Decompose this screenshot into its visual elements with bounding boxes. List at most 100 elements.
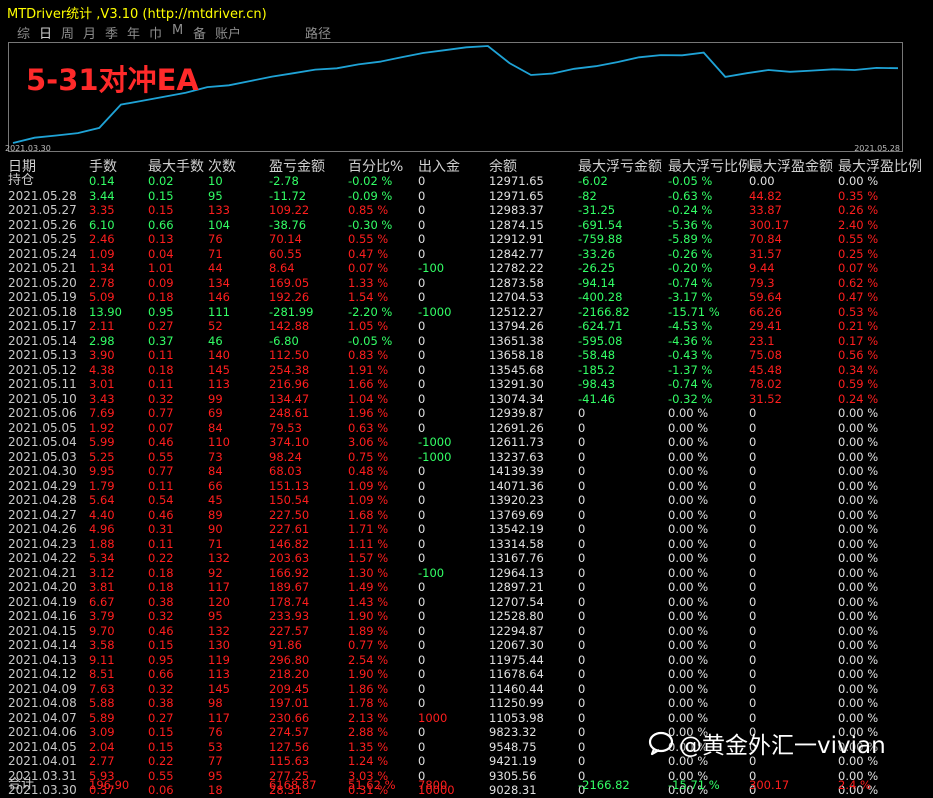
cell-percent: 1.66 %	[348, 377, 389, 391]
table-row[interactable]: 2021.04.29 1.79 0.11 66 151.13 1.09 % 0 14071.3…	[0, 479, 933, 494]
cell-deposit: -100	[418, 261, 445, 275]
table-row[interactable]: 2021.04.07 5.89 0.27 117 230.66 2.13 % 1000 110…	[0, 711, 933, 726]
table-row[interactable]: 2021.05.03 5.25 0.55 73 98.24 0.75 % -1000 1323…	[0, 450, 933, 465]
cell-balance: 12611.73	[489, 435, 544, 449]
table-row[interactable]: 2021.04.15 9.70 0.46 132 227.57 1.89 % 0 12294.…	[0, 624, 933, 639]
table-row[interactable]: 2021.05.05 1.92 0.07 84 79.53 0.63 % 0 12691.26…	[0, 421, 933, 436]
table-row[interactable]: 2021.04.21 3.12 0.18 92 166.92 1.30 % -100 1296…	[0, 566, 933, 581]
tab-year[interactable]: 年	[127, 23, 140, 42]
table-row[interactable]: 2021.05.21 1.34 1.01 44 8.64 0.07 % -100 12782.…	[0, 261, 933, 276]
header-count[interactable]: 次数	[208, 156, 236, 176]
table-row[interactable]: 2021.05.06 7.69 0.77 69 248.61 1.96 % 0 12939.8…	[0, 406, 933, 421]
table-row[interactable]: 2021.05.14 2.98 0.37 46 -6.80 -0.05 % 0 13651.3…	[0, 334, 933, 349]
cell-deposit: -1000	[418, 449, 452, 464]
header-max-float-loss[interactable]: 最大浮亏金额	[578, 156, 662, 176]
cell-lots: 1.34	[89, 261, 115, 275]
table-row[interactable]: 2021.04.01 2.77 0.22 77 115.63 1.24 % 0 9421.19…	[0, 754, 933, 769]
cell-max-loss-ratio: 0.00 %	[668, 420, 709, 435]
cell-lots: 3.35	[89, 203, 115, 217]
header-max-lots[interactable]: 最大手数	[148, 156, 204, 176]
cell-balance: 12912.91	[489, 232, 544, 246]
tab-note[interactable]: 备	[193, 23, 206, 42]
tab-summary[interactable]: 综	[17, 23, 30, 42]
table-row[interactable]: 2021.05.11 3.01 0.11 113 216.96 1.66 % 0 13291.…	[0, 377, 933, 392]
table-row[interactable]: 2021.05.10 3.43 0.32 99 134.47 1.04 % 0 13074.3…	[0, 392, 933, 407]
cell-max-lots: 0.32	[148, 681, 174, 696]
tab-week[interactable]: 周	[61, 23, 74, 42]
header-percent[interactable]: 百分比%	[348, 156, 403, 176]
header-max-float-profit[interactable]: 最大浮盈金额	[749, 156, 833, 176]
cell-max-profit-ratio: 0.00 %	[838, 696, 879, 710]
tab-quarter[interactable]: 季	[105, 23, 118, 42]
cell-pnl: 70.14	[269, 232, 302, 246]
table-row[interactable]: 2021.04.19 6.67 0.38 120 178.74 1.43 % 0 12707.…	[0, 595, 933, 610]
header-pnl[interactable]: 盈亏金额	[269, 156, 325, 176]
table-row[interactable]: 2021.04.05 2.04 0.15 53 127.56 1.35 % 0 9548.75…	[0, 740, 933, 755]
table-row[interactable]: 2021.04.09 7.63 0.32 145 209.45 1.86 % 0 11460.…	[0, 682, 933, 697]
table-row[interactable]: 2021.05.17 2.11 0.27 52 142.88 1.05 % 0 13794.2…	[0, 319, 933, 334]
table-row[interactable]: 2021.05.20 2.78 0.09 134 169.05 1.33 % 0 12873.…	[0, 276, 933, 291]
cell-max-lots: 0.22	[148, 551, 174, 565]
table-row[interactable]: 2021.04.26 4.96 0.31 90 227.61 1.71 % 0 13542.1…	[0, 522, 933, 537]
cell-pnl: -11.72	[269, 188, 307, 203]
cell-date: 2021.04.23	[8, 536, 77, 551]
table-row[interactable]: 2021.05.13 3.90 0.11 140 112.50 0.83 % 0 13658.…	[0, 348, 933, 363]
table-row[interactable]: 2021.04.13 9.11 0.95 119 296.80 2.54 % 0 11975.…	[0, 653, 933, 668]
total-row: 合计 196.90 6168.87 51.62 % 7800 -2166.82 -15.71…	[0, 776, 933, 792]
header-balance[interactable]: 余额	[489, 156, 517, 176]
table-row[interactable]: 2021.05.04 5.99 0.46 110 374.10 3.06 % -1000 12…	[0, 435, 933, 450]
table-row[interactable]: 2021.04.30 9.95 0.77 84 68.03 0.48 % 0 14139.39…	[0, 464, 933, 479]
table-row[interactable]: 2021.04.20 3.81 0.18 117 189.67 1.49 % 0 12897.…	[0, 580, 933, 595]
table-row[interactable]: 2021.05.24 1.09 0.04 71 60.55 0.47 % 0 12842.77…	[0, 247, 933, 262]
cell-pnl: 6168.87	[269, 778, 317, 792]
cell-max-float-loss: -595.08	[578, 333, 623, 348]
cell-max-profit-ratio: 0.00 %	[838, 174, 879, 188]
table-row[interactable]: 2021.04.06 3.09 0.15 76 274.57 2.88 % 0 9823.32…	[0, 725, 933, 740]
cell-max-profit-ratio: 0.00 %	[838, 522, 879, 536]
table-row[interactable]: 2021.05.12 4.38 0.18 145 254.38 1.91 % 0 13545.…	[0, 363, 933, 378]
header-deposit[interactable]: 出入金	[418, 156, 460, 176]
table-row[interactable]: 2021.04.27 4.40 0.46 89 227.50 1.68 % 0 13769.6…	[0, 508, 933, 523]
header-lots[interactable]: 手数	[89, 156, 117, 176]
header-max-loss-ratio[interactable]: 最大浮亏比例	[668, 156, 752, 176]
table-row[interactable]: 2021.05.19 5.09 0.18 146 192.26 1.54 % 0 12704.…	[0, 290, 933, 305]
table-row[interactable]: 2021.05.27 3.35 0.15 133 109.22 0.85 % 0 12983.…	[0, 203, 933, 218]
table-row[interactable]: 2021.04.28 5.64 0.54 45 150.54 1.09 % 0 13920.2…	[0, 493, 933, 508]
cell-max-loss-ratio: 0.00 %	[668, 739, 709, 754]
table-row[interactable]: 2021.05.18 13.90 0.95 111 -281.99 -2.20 % -100…	[0, 305, 933, 320]
cell-pnl: 216.96	[269, 377, 310, 391]
cell-date: 2021.05.27	[8, 203, 77, 217]
tab-magic[interactable]: M	[172, 23, 183, 38]
cell-balance: 11053.98	[489, 710, 544, 725]
table-row[interactable]: 2021.04.22 5.34 0.22 132 203.63 1.57 % 0 13167.…	[0, 551, 933, 566]
table-row[interactable]: 持仓 0.14 0.02 10 -2.78 -0.02 % 0 12971.65 -6.02 -0…	[0, 173, 933, 189]
table-row[interactable]: 2021.04.08 5.88 0.38 98 197.01 1.78 % 0 11250.9…	[0, 696, 933, 711]
table-row[interactable]: 2021.05.26 6.10 0.66 104 -38.76 -0.30 % 0 12874…	[0, 218, 933, 233]
cell-max-float-profit: 0	[749, 667, 757, 681]
tab-account[interactable]: 账户	[215, 23, 241, 42]
cell-max-lots: 0.32	[148, 391, 174, 406]
cell-max-profit-ratio: 0.00 %	[838, 725, 879, 739]
table-row[interactable]: 2021.04.12 8.51 0.66 113 218.20 1.90 % 0 11678.…	[0, 667, 933, 682]
cell-date: 2021.05.12	[8, 362, 77, 377]
cell-pnl: 151.13	[269, 478, 310, 493]
header-max-profit-ratio[interactable]: 最大浮盈比例	[838, 156, 922, 176]
cell-percent: 0.55 %	[348, 232, 389, 246]
cell-date: 持仓	[8, 173, 35, 188]
tab-symbol[interactable]: 巾	[149, 23, 162, 42]
table-row[interactable]: 2021.05.28 3.44 0.15 95 -11.72 -0.09 % 0 12971.…	[0, 189, 933, 204]
tab-day[interactable]: 日	[39, 23, 52, 42]
cell-percent: 51.62 %	[348, 778, 396, 792]
table-row[interactable]: 2021.04.14 3.58 0.15 130 91.86 0.77 % 0 12067.3…	[0, 638, 933, 653]
table-row[interactable]: 2021.05.25 2.46 0.13 76 70.14 0.55 % 0 12912.91…	[0, 232, 933, 247]
cell-lots: 4.38	[89, 362, 115, 377]
tab-path[interactable]: 路径	[305, 23, 331, 42]
cell-deposit: 0	[418, 406, 426, 420]
tab-month[interactable]: 月	[83, 23, 96, 42]
cell-date: 2021.04.22	[8, 551, 77, 565]
cell-deposit: 0	[418, 377, 426, 391]
cell-deposit: 0	[418, 681, 426, 696]
table-row[interactable]: 2021.04.16 3.79 0.32 95 233.93 1.90 % 0 12528.8…	[0, 609, 933, 624]
cell-deposit: -1000	[418, 304, 452, 319]
table-row[interactable]: 2021.04.23 1.88 0.11 71 146.82 1.11 % 0 13314.5…	[0, 537, 933, 552]
